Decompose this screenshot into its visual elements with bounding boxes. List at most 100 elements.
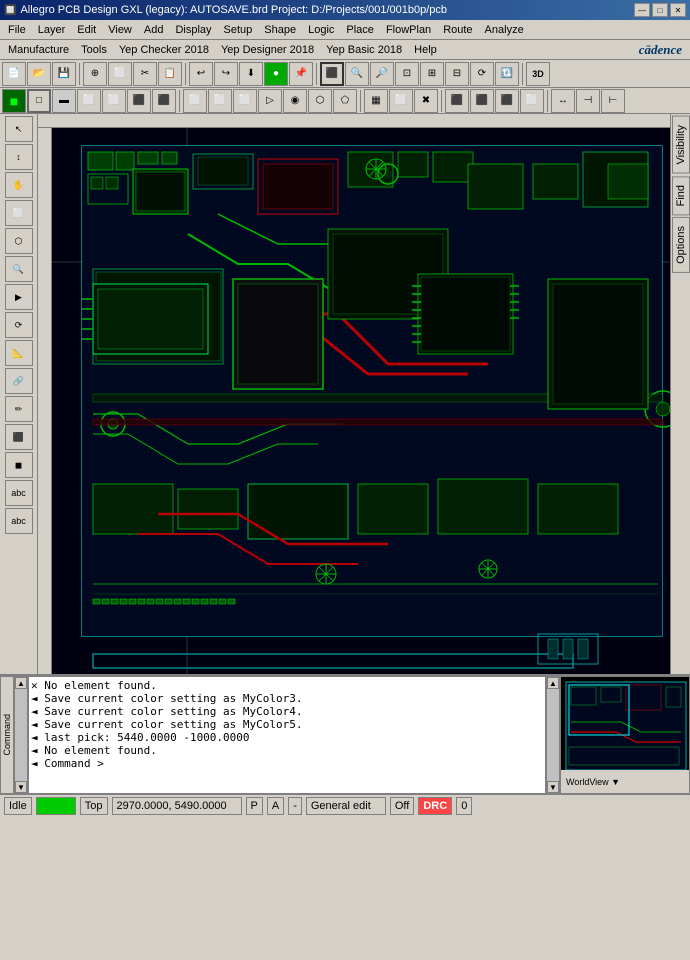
tb2-b16[interactable]: ⬜	[389, 89, 413, 113]
tb2-b10[interactable]: ⬜	[233, 89, 257, 113]
menu-file[interactable]: File	[2, 22, 32, 38]
menu-yep-designer[interactable]: Yep Designer 2018	[215, 42, 320, 58]
tb-open[interactable]: 📂	[27, 62, 51, 86]
tb2-b13[interactable]: ⬡	[308, 89, 332, 113]
tb2-b19[interactable]: ⬛	[470, 89, 494, 113]
tb2-b20[interactable]: ⬛	[495, 89, 519, 113]
tb-rotate[interactable]: 🔃	[495, 62, 519, 86]
status-drc: DRC	[418, 797, 452, 815]
tb-zoom-in[interactable]: 🔍	[345, 62, 369, 86]
menu-analyze[interactable]: Analyze	[479, 22, 530, 38]
tb-zoom-out[interactable]: 🔎	[370, 62, 394, 86]
tb-cut[interactable]: ✂	[133, 62, 157, 86]
menu-manufacture[interactable]: Manufacture	[2, 42, 75, 58]
tb-rect[interactable]: ⬛	[320, 62, 344, 86]
sb-connect[interactable]: 🔗	[5, 368, 33, 394]
status-layer: Top	[80, 797, 108, 815]
sb-zoom[interactable]: 🔍	[5, 256, 33, 282]
title-bar: 🔲 Allegro PCB Design GXL (legacy): AUTOS…	[0, 0, 690, 20]
scroll-up[interactable]: ▲	[15, 677, 27, 689]
tb2-desel[interactable]: □	[27, 89, 51, 113]
tb2-b11[interactable]: ▷	[258, 89, 282, 113]
sb-text2[interactable]: abc	[5, 508, 33, 534]
sb-hand[interactable]: ✋	[5, 172, 33, 198]
find-tab[interactable]: Find	[672, 176, 690, 215]
tb-save[interactable]: 💾	[52, 62, 76, 86]
options-tab[interactable]: Options	[672, 217, 690, 273]
maximize-button[interactable]: □	[652, 3, 668, 17]
menu-yep-basic[interactable]: Yep Basic 2018	[320, 42, 408, 58]
tb-new[interactable]: 📄	[2, 62, 26, 86]
tb-run[interactable]: ●	[264, 62, 288, 86]
menu-setup[interactable]: Setup	[218, 22, 259, 38]
tb2-b9[interactable]: ⬜	[208, 89, 232, 113]
console-scroll-right: ▲ ▼	[546, 676, 560, 794]
window-title: Allegro PCB Design GXL (legacy): AUTOSAV…	[20, 4, 447, 16]
sb-rect-sel[interactable]: ⬜	[5, 200, 33, 226]
tb2-b12[interactable]: ◉	[283, 89, 307, 113]
menu-place[interactable]: Place	[340, 22, 380, 38]
tb2-b6[interactable]: ⬛	[127, 89, 151, 113]
window-controls[interactable]: — □ ✕	[634, 3, 686, 17]
console-panel[interactable]: ✕ No element found. ◄ Save current color…	[28, 676, 546, 794]
sb-text[interactable]: abc	[5, 480, 33, 506]
menu-edit[interactable]: Edit	[71, 22, 102, 38]
menu-layer[interactable]: Layer	[32, 22, 72, 38]
sb-poly[interactable]: ⬡	[5, 228, 33, 254]
tb2-b7[interactable]: ⬛	[152, 89, 176, 113]
pcb-canvas[interactable]	[38, 114, 670, 674]
mini-map: WorldView ▼	[560, 676, 690, 794]
tb-pin[interactable]: 📌	[289, 62, 313, 86]
status-drc-count: 0	[456, 797, 472, 815]
sb-move[interactable]: ↕	[5, 144, 33, 170]
tb-zoomp[interactable]: ⊟	[445, 62, 469, 86]
menu-yep-checker[interactable]: Yep Checker 2018	[113, 42, 215, 58]
menu-tools[interactable]: Tools	[75, 42, 113, 58]
tb2-b15[interactable]: ▦	[364, 89, 388, 113]
tb-down[interactable]: ⬇	[239, 62, 263, 86]
tb-refresh[interactable]: ⟳	[470, 62, 494, 86]
menu-flowplan[interactable]: FlowPlan	[380, 22, 437, 38]
tb-zoom-sel[interactable]: ⊞	[420, 62, 444, 86]
tb2-b17[interactable]: ✖	[414, 89, 438, 113]
tb-3d[interactable]: 3D	[526, 62, 550, 86]
menu-view[interactable]: View	[102, 22, 138, 38]
tb2-b24[interactable]: ⊢	[601, 89, 625, 113]
tb-copy[interactable]: ⬜	[108, 62, 132, 86]
menu-add[interactable]: Add	[138, 22, 170, 38]
sb-arrow[interactable]: ↖	[5, 116, 33, 142]
tb2-wire[interactable]: ▬	[52, 89, 76, 113]
close-button[interactable]: ✕	[670, 3, 686, 17]
sb-pencil[interactable]: ✏	[5, 396, 33, 422]
visibility-tab[interactable]: Visibility	[672, 116, 690, 174]
tb2-b4[interactable]: ⬜	[77, 89, 101, 113]
tb2-measure[interactable]: ↔	[551, 89, 575, 113]
menu-logic[interactable]: Logic	[302, 22, 340, 38]
menu-display[interactable]: Display	[169, 22, 217, 38]
scroll-right-up[interactable]: ▲	[547, 677, 559, 689]
sb-rotate2[interactable]: ⟳	[5, 312, 33, 338]
tb-paste[interactable]: 📋	[158, 62, 182, 86]
tb2-b18[interactable]: ⬛	[445, 89, 469, 113]
tb2-b21[interactable]: ⬜	[520, 89, 544, 113]
tb-snap[interactable]: ⊕	[83, 62, 107, 86]
sb-fill[interactable]: ◼	[5, 452, 33, 478]
minimize-button[interactable]: —	[634, 3, 650, 17]
sb-play[interactable]: ▶	[5, 284, 33, 310]
scroll-down[interactable]: ▼	[15, 781, 27, 793]
sb-rect2[interactable]: ⬛	[5, 424, 33, 450]
menu-help[interactable]: Help	[408, 42, 443, 58]
tb2-b8[interactable]: ⬜	[183, 89, 207, 113]
tb2-b5[interactable]: ⬜	[102, 89, 126, 113]
tb-undo[interactable]: ↩	[189, 62, 213, 86]
canvas-area[interactable]	[38, 114, 670, 674]
tb2-b14[interactable]: ⬠	[333, 89, 357, 113]
tb2-select[interactable]: ■	[2, 89, 26, 113]
scroll-right-down[interactable]: ▼	[547, 781, 559, 793]
menu-shape[interactable]: Shape	[258, 22, 302, 38]
sb-measure2[interactable]: 📐	[5, 340, 33, 366]
tb2-b23[interactable]: ⊣	[576, 89, 600, 113]
menu-route[interactable]: Route	[437, 22, 478, 38]
tb-zoom-fit[interactable]: ⊡	[395, 62, 419, 86]
tb-redo[interactable]: ↪	[214, 62, 238, 86]
